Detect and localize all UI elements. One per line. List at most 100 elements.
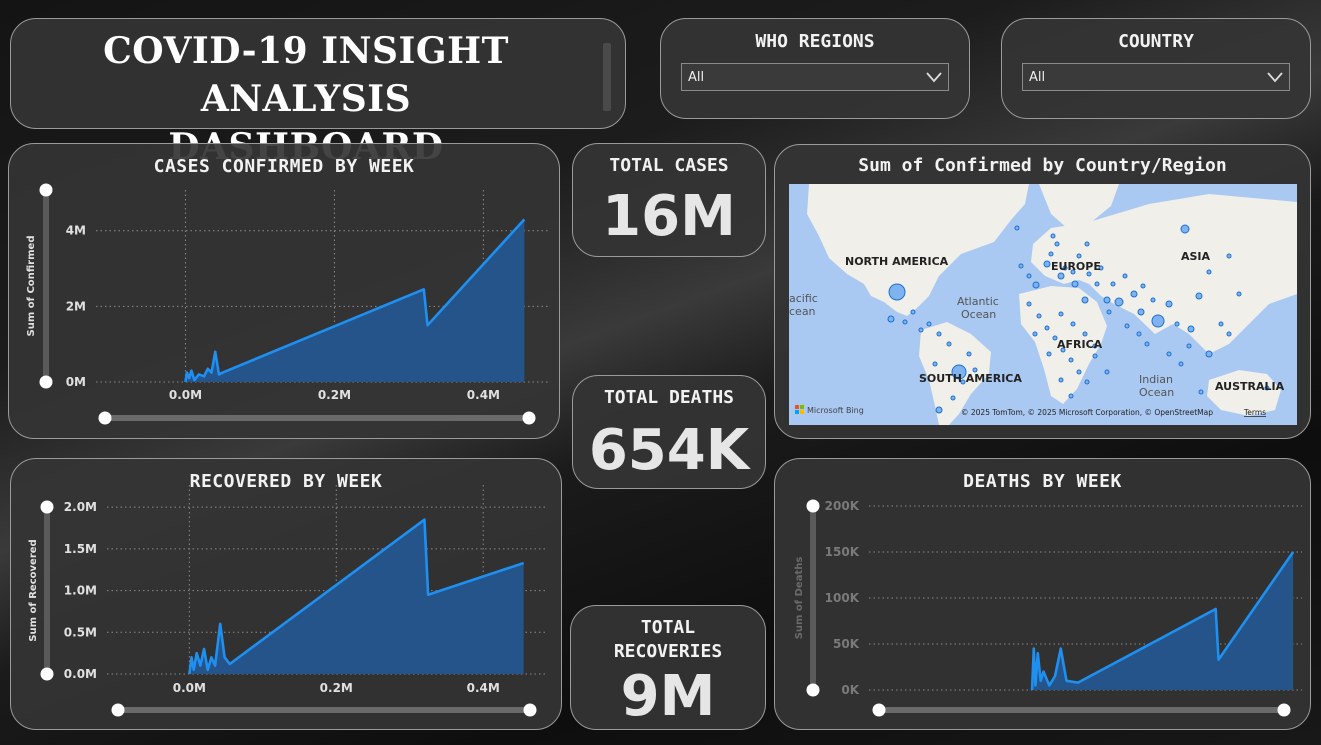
map-bubble[interactable] [1218,321,1224,327]
map-bubble[interactable] [1046,351,1052,357]
map-bubble[interactable] [1151,314,1165,328]
map-bubble[interactable] [1236,291,1242,297]
map-bubble[interactable] [1070,321,1076,327]
map-bubble[interactable] [1068,357,1074,363]
map-bubble[interactable] [1032,331,1038,337]
map-bubble[interactable] [1084,241,1090,247]
map-attribution[interactable]: © 2025 TomTom, © 2025 Microsoft Corporat… [961,408,1213,417]
map-bubble[interactable] [1174,321,1180,327]
map-bubble[interactable] [1187,325,1195,333]
y-zoom-slider-handle-top[interactable] [40,500,54,514]
map-bubble[interactable] [1124,323,1130,329]
map-bubble[interactable] [1094,281,1100,287]
map-bubble[interactable] [1068,393,1074,399]
x-zoom-slider-handle-right[interactable] [1277,703,1291,717]
map-bubble[interactable] [1166,351,1172,357]
map-bubble[interactable] [918,327,924,333]
map-bubble[interactable] [1081,296,1089,304]
x-tick-label: 0.2M [320,681,353,695]
map-bubble[interactable] [946,341,952,347]
map-bubble[interactable] [935,406,943,414]
map-bubble[interactable] [1032,281,1040,289]
x-zoom-slider-handle-right[interactable] [522,411,536,425]
map-bubble[interactable] [1092,353,1098,359]
who-regions-value: All [688,70,705,85]
x-zoom-slider-track[interactable] [118,707,530,713]
map-bubble[interactable] [1137,308,1145,316]
map-bubble[interactable] [966,351,972,357]
map-bubble[interactable] [1054,241,1060,247]
map-bubble[interactable] [1144,341,1150,347]
map-bubble[interactable] [1140,283,1146,289]
label-atlantic: Atlantic [957,295,999,308]
map-terms-link[interactable]: Terms [1243,408,1266,417]
map-bubble[interactable] [1044,325,1050,331]
map-bubble[interactable] [1014,225,1020,231]
y-zoom-slider-handle-bottom[interactable] [40,667,54,681]
label-indian-2: Ocean [1139,386,1174,399]
y-zoom-slider-track[interactable] [810,506,816,690]
map-bubble[interactable] [936,331,942,337]
x-zoom-slider-handle-right[interactable] [523,703,537,717]
map-bubble[interactable] [1071,280,1079,288]
y-zoom-slider-handle-bottom[interactable] [39,375,53,389]
map-bubble[interactable] [1106,309,1112,315]
map-bubble[interactable] [1058,311,1064,317]
map-bubble[interactable] [1026,273,1032,279]
map-bubble[interactable] [1076,369,1082,375]
x-zoom-slider-handle-left[interactable] [98,411,112,425]
map-bubble[interactable] [1226,253,1232,259]
world-map[interactable]: NORTH AMERICA SOUTH AMERICA EUROPE ASIA … [789,184,1297,425]
y-tick-label: 200K [825,499,860,513]
map-bubble[interactable] [902,319,908,325]
y-zoom-slider-track[interactable] [43,190,49,382]
map-bubble[interactable] [1110,281,1116,287]
map-bubble[interactable] [1104,369,1110,375]
map-bubble[interactable] [1206,269,1212,275]
map-bubble[interactable] [1165,300,1173,308]
title-scrollbar[interactable] [603,43,611,111]
map-bubble[interactable] [1178,361,1184,367]
x-zoom-slider-handle-left[interactable] [872,703,886,717]
label-south-america: SOUTH AMERICA [919,372,1022,385]
y-zoom-slider-track[interactable] [44,507,50,674]
map-bubble[interactable] [1082,331,1088,337]
map-bubble[interactable] [1103,296,1111,304]
map-bubble[interactable] [950,395,956,401]
map-bubble[interactable] [1036,313,1042,319]
map-bubble[interactable] [1226,331,1232,337]
y-zoom-slider-handle-bottom[interactable] [806,683,820,697]
map-bubble[interactable] [1057,272,1065,280]
map-bubble[interactable] [1205,350,1213,358]
map-bubble[interactable] [1043,260,1051,268]
map-bubble[interactable] [932,361,938,367]
map-bubble[interactable] [1180,224,1190,234]
x-zoom-slider-track[interactable] [105,415,529,421]
map-bubble[interactable] [1048,251,1054,257]
map-bubble[interactable] [887,315,895,323]
map-bubble[interactable] [1150,297,1156,303]
map-bubble[interactable] [1076,253,1082,259]
map-bubble[interactable] [1018,263,1024,269]
map-bubble[interactable] [926,321,932,327]
map-bubble[interactable] [910,309,916,315]
x-zoom-slider-handle-left[interactable] [111,703,125,717]
x-zoom-slider-track[interactable] [879,707,1284,713]
map-bubble[interactable] [1114,297,1124,307]
country-value: All [1029,70,1046,85]
map-bubble[interactable] [1122,273,1128,279]
map-bubble[interactable] [1050,233,1056,239]
map-bubble[interactable] [1136,331,1142,337]
map-bubble[interactable] [1026,301,1032,307]
map-bubble[interactable] [1084,379,1090,385]
map-bubble[interactable] [1198,389,1204,395]
map-bubble[interactable] [1195,292,1203,300]
who-regions-dropdown[interactable]: All [681,63,949,91]
map-bubble[interactable] [1130,290,1138,298]
y-zoom-slider-handle-top[interactable] [39,183,53,197]
map-bubble[interactable] [1058,377,1064,383]
map-bubble[interactable] [888,283,906,301]
map-bubble[interactable] [1186,343,1192,349]
y-zoom-slider-handle-top[interactable] [806,499,820,513]
country-dropdown[interactable]: All [1022,63,1290,91]
